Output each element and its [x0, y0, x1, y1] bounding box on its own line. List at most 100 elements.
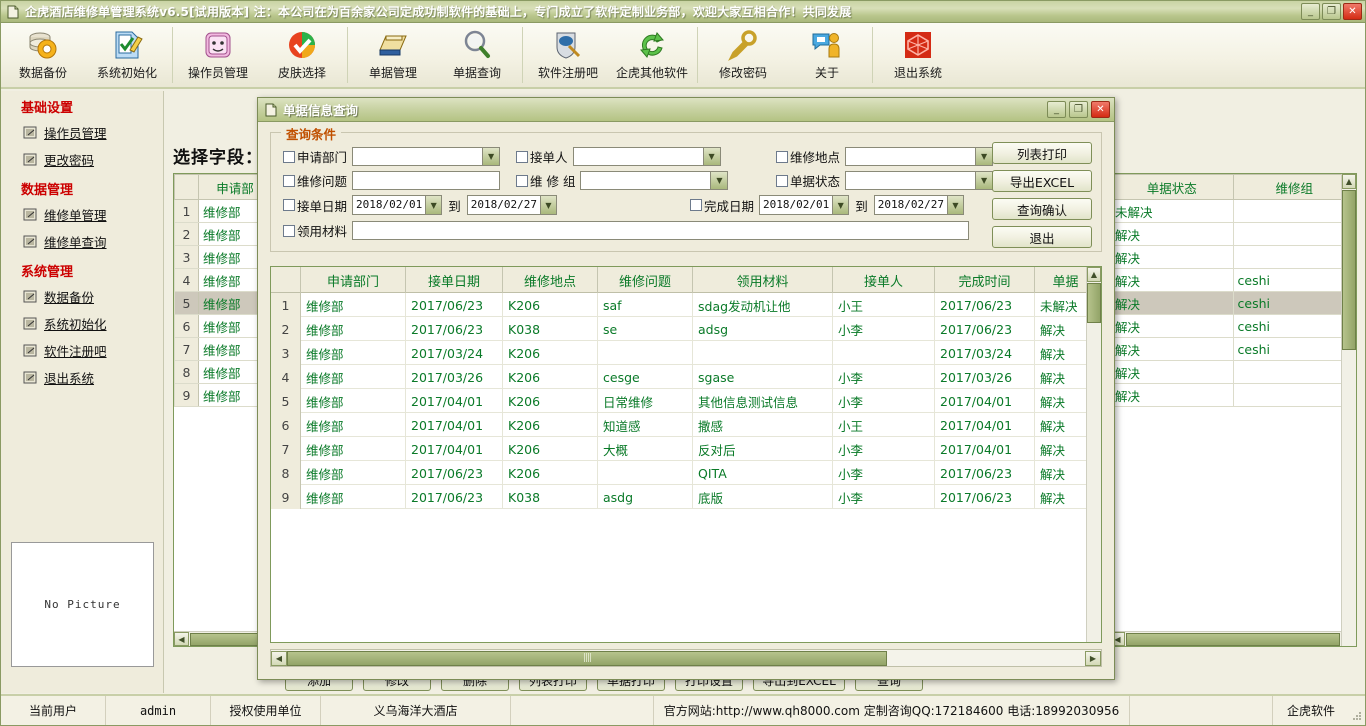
toolbar-item-skin-select[interactable]: 皮肤选择	[260, 23, 344, 85]
apply-dept-combo[interactable]: ▼	[352, 147, 501, 166]
column-header-material[interactable]: 领用材料	[693, 267, 833, 293]
chevron-down-icon[interactable]: ▼	[975, 148, 993, 165]
repair-problem-input[interactable]	[352, 171, 501, 190]
chevron-down-icon[interactable]: ▼	[710, 172, 728, 189]
bill-status-checkbox[interactable]	[776, 174, 788, 187]
export-excel-button[interactable]: 导出EXCEL	[992, 170, 1092, 192]
sidebar-item-software-register[interactable]: 软件注册吧	[1, 337, 163, 364]
table-row[interactable]: 5 维修部 2017/04/01 K206 日常维修 其他信息测试信息 小李 2017/04/…	[271, 389, 1101, 413]
column-header-finish-time[interactable]: 完成时间	[935, 267, 1035, 293]
table-row[interactable]: 解决	[1110, 245, 1356, 269]
scroll-thumb[interactable]	[1342, 190, 1356, 350]
scroll-thumb[interactable]	[1087, 283, 1101, 323]
toolbar-item-exit[interactable]: 退出系统	[876, 23, 960, 85]
toolbar-item-system-init[interactable]: 系统初始化	[85, 23, 169, 85]
sidebar-item-repair-bill-query[interactable]: 维修单查询	[1, 228, 163, 255]
cell-receive-date: 2017/06/23	[406, 317, 503, 341]
chevron-down-icon[interactable]: ▼	[540, 196, 556, 214]
chevron-down-icon[interactable]: ▼	[702, 148, 720, 165]
sidebar-item-data-backup[interactable]: 数据备份	[1, 283, 163, 310]
table-row[interactable]: 解决 ceshi	[1110, 337, 1356, 361]
resize-grip-icon[interactable]	[1349, 696, 1365, 725]
scroll-thumb[interactable]	[1126, 632, 1340, 646]
receiver-checkbox[interactable]	[516, 150, 528, 163]
receive-date-to[interactable]: 2018/02/27 ▼	[466, 195, 557, 215]
dialog-minimize-button[interactable]: _	[1047, 101, 1066, 118]
table-row[interactable]: 解决	[1110, 360, 1356, 384]
column-header-apply-dept[interactable]: 申请部门	[301, 267, 406, 293]
toolbar-item-bill-query[interactable]: 单据查询	[435, 23, 519, 85]
table-row[interactable]: 3 维修部 2017/03/24 K206 2017/03/24 解决	[271, 341, 1101, 365]
repair-group-combo[interactable]: ▼	[580, 171, 729, 190]
sidebar-item-repair-bill-manage[interactable]: 维修单管理	[1, 201, 163, 228]
toolbar-item-about[interactable]: 关于	[785, 23, 869, 85]
table-row[interactable]: 9 维修部 2017/06/23 K038 asdg 底版 小李 2017/06/23 解决	[271, 485, 1101, 509]
table-row[interactable]: 未解决	[1110, 199, 1356, 223]
toolbar-item-bill-manage[interactable]: 单据管理	[351, 23, 435, 85]
column-header-receive-date[interactable]: 接单日期	[406, 267, 503, 293]
table-row[interactable]: 8 维修部 2017/06/23 K206 QITA 小李 2017/06/23 解决	[271, 461, 1101, 485]
table-row[interactable]: 4 维修部 2017/03/26 K206 cesge sgase 小李 2017/03/26…	[271, 365, 1101, 389]
scroll-thumb[interactable]: ||||	[287, 650, 887, 666]
repair-group-checkbox[interactable]	[516, 174, 528, 187]
chevron-down-icon[interactable]: ▼	[947, 196, 963, 214]
table-row[interactable]: 7 维修部 2017/04/01 K206 大概 反对后 小李 2017/04/01 解决	[271, 437, 1101, 461]
dialog-close-button[interactable]: ✕	[1091, 101, 1110, 118]
repair-place-combo[interactable]: ▼	[845, 147, 994, 166]
sidebar-item-operator-manage[interactable]: 操作员管理	[1, 119, 163, 146]
sidebar-item-change-password[interactable]: 更改密码	[1, 146, 163, 173]
material-checkbox[interactable]	[283, 224, 295, 237]
chevron-down-icon[interactable]: ▼	[832, 196, 849, 214]
repair-place-checkbox[interactable]	[776, 150, 788, 163]
toolbar-item-operator-manage[interactable]: 操作员管理	[176, 23, 260, 85]
scroll-up-icon[interactable]: ▲	[1342, 174, 1356, 189]
table-row[interactable]: 解决	[1110, 222, 1356, 246]
material-input[interactable]	[352, 221, 970, 240]
sidebar-item-exit[interactable]: 退出系统	[1, 364, 163, 391]
finish-date-checkbox[interactable]	[690, 199, 702, 211]
query-confirm-button[interactable]: 查询确认	[992, 198, 1092, 220]
receiver-combo[interactable]: ▼	[572, 147, 721, 166]
list-print-button[interactable]: 列表打印	[992, 142, 1092, 164]
sidebar-item-system-init[interactable]: 系统初始化	[1, 310, 163, 337]
table-row[interactable]: 解决 ceshi	[1110, 268, 1356, 292]
chevron-down-icon[interactable]: ▼	[425, 196, 442, 214]
toolbar-item-other-software[interactable]: 企虎其他软件	[610, 23, 694, 85]
toolbar-label: 企虎其他软件	[615, 66, 688, 80]
minimize-button[interactable]: _	[1301, 3, 1320, 20]
table-row[interactable]: 解决 ceshi	[1110, 291, 1356, 315]
table-row[interactable]: 解决	[1110, 383, 1356, 407]
scroll-left-icon[interactable]: ◀	[174, 632, 189, 646]
dialog-horizontal-scrollbar[interactable]: ◀ |||| ▶	[270, 649, 1102, 667]
scroll-left-icon[interactable]: ◀	[271, 650, 287, 666]
toolbar-item-data-backup[interactable]: 数据备份	[1, 23, 85, 85]
horizontal-scrollbar[interactable]: ◀	[1110, 631, 1341, 646]
finish-date-from[interactable]: 2018/02/01 ▼	[759, 195, 850, 215]
chevron-down-icon[interactable]: ▼	[975, 172, 993, 189]
table-row[interactable]: 6 维修部 2017/04/01 K206 知道感 撒感 小王 2017/04/01 解决	[271, 413, 1101, 437]
repair-problem-checkbox[interactable]	[283, 174, 295, 187]
finish-date-to[interactable]: 2018/02/27 ▼	[873, 195, 964, 215]
receive-date-checkbox[interactable]	[283, 199, 295, 211]
table-row[interactable]: 解决 ceshi	[1110, 314, 1356, 338]
column-header-repair-problem[interactable]: 维修问题	[598, 267, 693, 293]
chevron-down-icon[interactable]: ▼	[482, 148, 500, 165]
maximize-button[interactable]: ❐	[1322, 3, 1341, 20]
results-vertical-scrollbar[interactable]: ▲	[1086, 267, 1101, 642]
column-header-rownum[interactable]	[271, 267, 301, 293]
close-button[interactable]: ✕	[1343, 3, 1362, 20]
table-row[interactable]: 1 维修部 2017/06/23 K206 saf sdag发动机让他 小王 2017/06/…	[271, 293, 1101, 317]
toolbar-item-change-password[interactable]: 修改密码	[701, 23, 785, 85]
column-header-repair-place[interactable]: 维修地点	[503, 267, 598, 293]
toolbar-item-software-register[interactable]: 软件注册吧	[526, 23, 610, 85]
scroll-up-icon[interactable]: ▲	[1087, 267, 1101, 282]
exit-button[interactable]: 退出	[992, 226, 1092, 248]
column-header-receiver[interactable]: 接单人	[833, 267, 935, 293]
dialog-maximize-button[interactable]: ❐	[1069, 101, 1088, 118]
scroll-right-icon[interactable]: ▶	[1085, 650, 1101, 666]
apply-dept-checkbox[interactable]	[283, 150, 295, 163]
bill-status-combo[interactable]: ▼	[845, 171, 994, 190]
vertical-scrollbar[interactable]: ▲	[1341, 174, 1356, 646]
receive-date-from[interactable]: 2018/02/01 ▼	[352, 195, 443, 215]
table-row[interactable]: 2 维修部 2017/06/23 K038 se adsg 小李 2017/06/23 解决	[271, 317, 1101, 341]
